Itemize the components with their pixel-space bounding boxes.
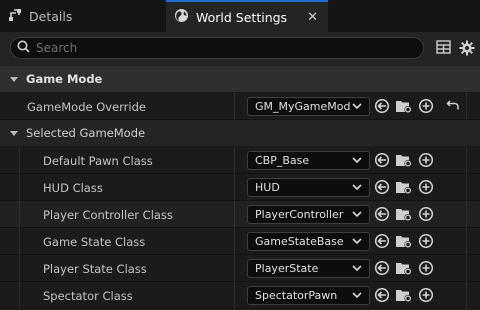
dropdown-value: GM_MyGameMod	[255, 100, 351, 113]
chevron-down-icon	[352, 184, 362, 191]
add-new-icon[interactable]	[418, 206, 434, 225]
reset-gutter	[466, 228, 480, 255]
hud-class-dropdown[interactable]: HUD	[247, 178, 370, 197]
add-new-icon[interactable]	[418, 152, 434, 171]
settings-gear-icon[interactable]	[459, 40, 475, 59]
reset-gutter	[466, 93, 480, 120]
search-input[interactable]	[36, 41, 396, 55]
browse-folder-icon[interactable]	[395, 98, 413, 117]
use-selected-asset-icon[interactable]	[374, 98, 390, 117]
category-game-mode[interactable]: Game Mode	[0, 66, 480, 93]
chevron-down-icon	[352, 265, 362, 272]
browse-folder-icon[interactable]	[395, 206, 413, 225]
dropdown-value: SpectatorPawn	[255, 289, 338, 302]
dropdown-value: HUD	[255, 181, 280, 194]
reset-to-default-icon[interactable]	[446, 98, 460, 115]
property-row-gamemode-override: GameMode Override GM_MyGameMod	[0, 93, 480, 120]
property-label: Player State Class	[43, 261, 147, 276]
tab-world-settings[interactable]: World Settings ✕	[166, 0, 328, 32]
collapse-arrow-icon[interactable]	[10, 130, 18, 136]
indent-guide	[12, 255, 20, 282]
search-icon	[17, 40, 30, 56]
reset-gutter	[466, 201, 480, 228]
reset-gutter	[466, 282, 480, 309]
add-new-icon[interactable]	[418, 260, 434, 279]
property-label: Game State Class	[43, 234, 146, 249]
property-label: HUD Class	[43, 180, 103, 195]
tab-details-label: Details	[29, 8, 73, 24]
game-state-dropdown[interactable]: GameStateBase	[247, 232, 370, 251]
use-selected-asset-icon[interactable]	[374, 287, 390, 306]
indent-guide	[12, 201, 20, 228]
category-label: Selected GameMode	[26, 126, 146, 140]
property-label: GameMode Override	[27, 99, 146, 114]
spectator-class-dropdown[interactable]: SpectatorPawn	[247, 286, 370, 305]
column-divider[interactable]	[234, 147, 235, 174]
property-row-game-state: Game State Class GameStateBase	[0, 228, 480, 255]
chevron-down-icon	[352, 238, 362, 245]
tab-details[interactable]: Details	[0, 0, 160, 32]
column-divider[interactable]	[234, 174, 235, 201]
add-new-icon[interactable]	[418, 98, 434, 117]
details-icon	[8, 8, 22, 25]
default-pawn-dropdown[interactable]: CBP_Base	[247, 151, 370, 170]
column-divider[interactable]	[234, 228, 235, 255]
column-divider[interactable]	[234, 255, 235, 282]
use-selected-asset-icon[interactable]	[374, 260, 390, 279]
property-row-hud: HUD Class HUD	[0, 174, 480, 201]
browse-folder-icon[interactable]	[395, 179, 413, 198]
gamemode-override-dropdown[interactable]: GM_MyGameMod	[247, 97, 370, 116]
column-divider[interactable]	[234, 201, 235, 228]
globe-icon	[174, 8, 189, 26]
indent-guide	[12, 147, 20, 174]
table-view-icon[interactable]	[436, 40, 451, 57]
add-new-icon[interactable]	[418, 287, 434, 306]
add-new-icon[interactable]	[418, 179, 434, 198]
property-list: Game Mode GameMode Override GM_MyGameMod…	[0, 66, 480, 309]
chevron-down-icon	[352, 292, 362, 299]
add-new-icon[interactable]	[418, 233, 434, 252]
reset-gutter	[466, 174, 480, 201]
world-settings-panel: Game Mode GameMode Override GM_MyGameMod…	[0, 32, 480, 310]
property-label: Spectator Class	[43, 288, 133, 303]
property-row-default-pawn: Default Pawn Class CBP_Base	[0, 147, 480, 174]
browse-folder-icon[interactable]	[395, 260, 413, 279]
indent-guide	[12, 228, 20, 255]
search-box[interactable]	[10, 37, 424, 59]
browse-folder-icon[interactable]	[395, 287, 413, 306]
reset-gutter	[466, 147, 480, 174]
dropdown-value: CBP_Base	[255, 154, 310, 167]
property-label: Default Pawn Class	[43, 153, 153, 168]
tab-bar: Details World Settings ✕	[0, 0, 480, 32]
column-divider[interactable]	[234, 93, 235, 120]
use-selected-asset-icon[interactable]	[374, 179, 390, 198]
dropdown-value: PlayerState	[255, 262, 319, 275]
property-label: Player Controller Class	[43, 207, 173, 222]
indent-guide	[12, 174, 20, 201]
player-controller-dropdown[interactable]: PlayerController	[247, 205, 370, 224]
property-row-spectator: Spectator Class SpectatorPawn	[0, 282, 480, 309]
use-selected-asset-icon[interactable]	[374, 152, 390, 171]
close-tab-icon[interactable]: ✕	[307, 10, 318, 25]
player-state-dropdown[interactable]: PlayerState	[247, 259, 370, 278]
chevron-down-icon	[352, 157, 362, 164]
property-row-player-state: Player State Class PlayerState	[0, 255, 480, 282]
indent-guide	[12, 282, 20, 309]
use-selected-asset-icon[interactable]	[374, 233, 390, 252]
chevron-down-icon	[352, 211, 362, 218]
category-selected-gamemode[interactable]: Selected GameMode	[0, 120, 480, 147]
chevron-down-icon	[352, 103, 362, 110]
use-selected-asset-icon[interactable]	[374, 206, 390, 225]
dropdown-value: GameStateBase	[255, 235, 344, 248]
browse-folder-icon[interactable]	[395, 152, 413, 171]
tab-world-settings-label: World Settings	[196, 9, 288, 25]
dropdown-value: PlayerController	[255, 208, 344, 221]
collapse-arrow-icon[interactable]	[10, 76, 18, 82]
browse-folder-icon[interactable]	[395, 233, 413, 252]
property-row-player-controller: Player Controller Class PlayerController	[0, 201, 480, 228]
category-label: Game Mode	[26, 72, 103, 86]
reset-gutter	[466, 255, 480, 282]
column-divider[interactable]	[234, 282, 235, 309]
